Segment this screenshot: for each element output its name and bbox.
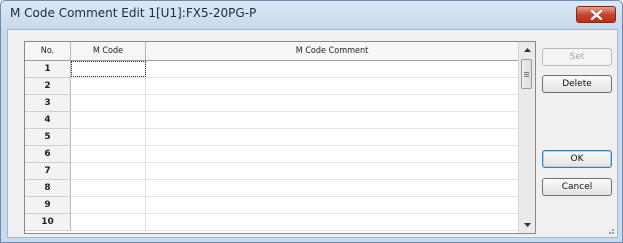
table-row: 1: [25, 61, 519, 78]
row-number: 1: [25, 61, 71, 78]
m-code-cell[interactable]: [71, 129, 146, 145]
scroll-up-arrow-icon: [523, 48, 531, 52]
table-header: No. M Code M Code Comment: [25, 42, 519, 61]
m-code-comment-cell[interactable]: [146, 214, 519, 230]
title-bar[interactable]: M Code Comment Edit 1[U1]:FX5-20PG-P: [1, 1, 622, 27]
m-code-comment-cell[interactable]: [146, 197, 519, 213]
table-row: 2: [25, 78, 519, 95]
m-code-comment-cell[interactable]: [146, 95, 519, 111]
scroll-down-button[interactable]: [519, 217, 535, 233]
table-body: 1 2 3 4 5 6 7 8 9 10: [25, 61, 519, 231]
m-code-comment-cell[interactable]: [146, 61, 519, 77]
column-header-no[interactable]: No.: [25, 42, 71, 60]
m-code-cell[interactable]: [71, 214, 146, 230]
m-code-comment-cell[interactable]: [146, 163, 519, 179]
m-code-cell[interactable]: [71, 95, 146, 111]
vertical-scrollbar[interactable]: [518, 42, 535, 233]
row-number: 5: [25, 129, 71, 146]
table-row: 9: [25, 197, 519, 214]
table-row: 6: [25, 146, 519, 163]
table-row: 3: [25, 95, 519, 112]
m-code-comment-table: No. M Code M Code Comment 1 2 3 4 5 6 7 …: [24, 41, 536, 234]
row-number: 10: [25, 214, 71, 231]
row-number: 4: [25, 112, 71, 129]
m-code-comment-cell[interactable]: [146, 129, 519, 145]
m-code-cell[interactable]: [71, 61, 146, 77]
m-code-cell[interactable]: [71, 197, 146, 213]
scroll-up-button[interactable]: [519, 42, 535, 58]
close-button[interactable]: [576, 6, 616, 23]
table-row: 8: [25, 180, 519, 197]
table-row: 10: [25, 214, 519, 231]
m-code-cell[interactable]: [71, 180, 146, 196]
row-number: 8: [25, 180, 71, 197]
m-code-comment-cell[interactable]: [146, 78, 519, 94]
row-number: 6: [25, 146, 71, 163]
m-code-cell[interactable]: [71, 78, 146, 94]
m-code-cell[interactable]: [71, 146, 146, 162]
table-row: 5: [25, 129, 519, 146]
column-header-m-code[interactable]: M Code: [71, 42, 146, 60]
ok-button[interactable]: OK: [542, 150, 612, 168]
set-button[interactable]: Set: [542, 48, 612, 66]
row-number: 3: [25, 95, 71, 112]
scroll-down-arrow-icon: [523, 223, 531, 227]
row-number: 2: [25, 78, 71, 95]
cancel-button[interactable]: Cancel: [542, 178, 612, 196]
table-row: 4: [25, 112, 519, 129]
m-code-comment-cell[interactable]: [146, 180, 519, 196]
m-code-cell[interactable]: [71, 163, 146, 179]
resize-grip-icon[interactable]: [605, 225, 615, 235]
m-code-cell[interactable]: [71, 112, 146, 128]
m-code-comment-cell[interactable]: [146, 112, 519, 128]
m-code-comment-cell[interactable]: [146, 146, 519, 162]
dialog-window: M Code Comment Edit 1[U1]:FX5-20PG-P No.…: [0, 0, 623, 243]
delete-button[interactable]: Delete: [542, 75, 612, 93]
window-title: M Code Comment Edit 1[U1]:FX5-20PG-P: [10, 6, 257, 20]
table-row: 7: [25, 163, 519, 180]
close-icon: [590, 10, 603, 20]
column-header-m-code-comment[interactable]: M Code Comment: [146, 42, 519, 60]
dialog-client-area: No. M Code M Code Comment 1 2 3 4 5 6 7 …: [7, 29, 618, 238]
row-number: 9: [25, 197, 71, 214]
row-number: 7: [25, 163, 71, 180]
scroll-thumb[interactable]: [521, 59, 532, 89]
